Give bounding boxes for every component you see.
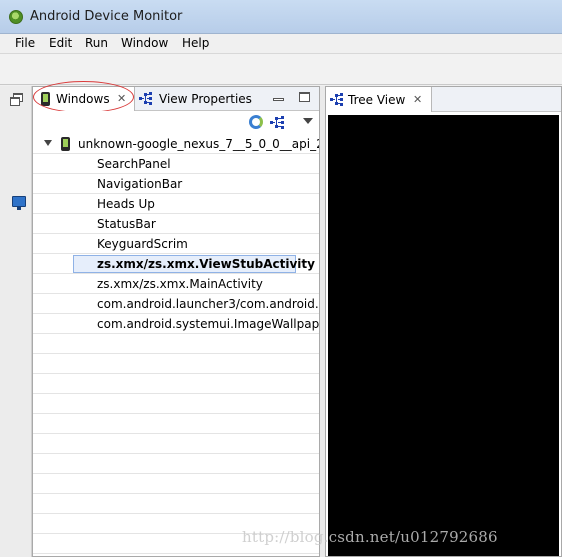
tab-tree-view[interactable]: Tree View ✕ — [326, 87, 432, 112]
tree-view-canvas[interactable] — [328, 115, 559, 556]
window-label: Heads Up — [97, 197, 155, 211]
tree-icon — [139, 92, 152, 105]
device-row[interactable]: unknown-google_nexus_7__5_0_0__api_2 — [33, 134, 319, 154]
app-icon — [9, 10, 23, 24]
tree-view-tabbar: Tree View ✕ — [326, 87, 561, 112]
window-row[interactable]: NavigationBar — [33, 174, 319, 194]
tab-windows-label: Windows — [56, 92, 110, 106]
window-label: zs.xmx/zs.xmx.MainActivity — [97, 277, 263, 291]
maximize-icon[interactable] — [299, 92, 310, 102]
device-name: unknown-google_nexus_7__5_0_0__api_2 — [78, 137, 319, 151]
window-row[interactable]: SearchPanel — [33, 154, 319, 174]
tab-view-properties[interactable]: View Properties — [136, 87, 256, 111]
window-row[interactable]: com.android.launcher3/com.android.la — [33, 294, 319, 314]
tab-view-properties-label: View Properties — [159, 92, 252, 106]
windows-view-tabbar: Windows ✕ View Properties — [33, 81, 319, 113]
window-title: Android Device Monitor — [30, 9, 183, 24]
tree-view: Tree View ✕ — [325, 86, 562, 557]
restore-icon[interactable] — [10, 93, 23, 106]
watermark-text: http://blog.csdn.net/u012792686 — [242, 528, 498, 546]
close-icon[interactable]: ✕ — [117, 92, 126, 105]
windows-view: Windows ✕ View Properties unknown-google… — [32, 81, 320, 557]
menu-window[interactable]: Window — [121, 36, 168, 50]
monitor-icon[interactable] — [12, 196, 26, 210]
tab-tree-view-label: Tree View — [348, 93, 406, 107]
menu-bar: File Edit Run Window Help — [0, 34, 562, 53]
perspective-trim — [0, 86, 32, 557]
window-label: zs.xmx/zs.xmx.ViewStubActivity — [97, 257, 315, 271]
menu-file[interactable]: File — [15, 36, 35, 50]
window-row[interactable]: Heads Up — [33, 194, 319, 214]
window-row[interactable]: zs.xmx/zs.xmx.MainActivity — [33, 274, 319, 294]
window-label: com.android.launcher3/com.android.la — [97, 297, 319, 311]
menu-run[interactable]: Run — [85, 36, 108, 50]
tree-icon — [330, 93, 343, 106]
phone-icon — [41, 92, 50, 106]
minimize-icon[interactable] — [273, 98, 284, 101]
windows-tree: unknown-google_nexus_7__5_0_0__api_2 Sea… — [33, 134, 319, 556]
window-row[interactable]: com.android.systemui.ImageWallpape — [33, 314, 319, 334]
phone-icon — [61, 137, 70, 151]
window-row[interactable]: StatusBar — [33, 214, 319, 234]
tab-windows[interactable]: Windows ✕ — [33, 81, 135, 113]
window-label: SearchPanel — [97, 157, 171, 171]
load-view-hierarchy-icon[interactable] — [270, 116, 286, 129]
window-label: com.android.systemui.ImageWallpape — [97, 317, 319, 331]
expand-arrow-icon[interactable] — [44, 140, 52, 146]
window-label: StatusBar — [97, 217, 156, 231]
main-toolbar — [0, 53, 562, 85]
window-label: NavigationBar — [97, 177, 183, 191]
close-icon[interactable]: ✕ — [413, 93, 422, 106]
menu-help[interactable]: Help — [182, 36, 209, 50]
window-label: KeyguardScrim — [97, 237, 188, 251]
view-menu-chevron-icon[interactable] — [303, 118, 313, 124]
windows-view-toolbar — [33, 111, 319, 133]
window-row-selected[interactable]: zs.xmx/zs.xmx.ViewStubActivity — [33, 254, 319, 274]
window-row[interactable]: KeyguardScrim — [33, 234, 319, 254]
menu-edit[interactable]: Edit — [49, 36, 72, 50]
refresh-icon[interactable] — [249, 115, 263, 129]
title-bar: Android Device Monitor — [0, 0, 562, 34]
